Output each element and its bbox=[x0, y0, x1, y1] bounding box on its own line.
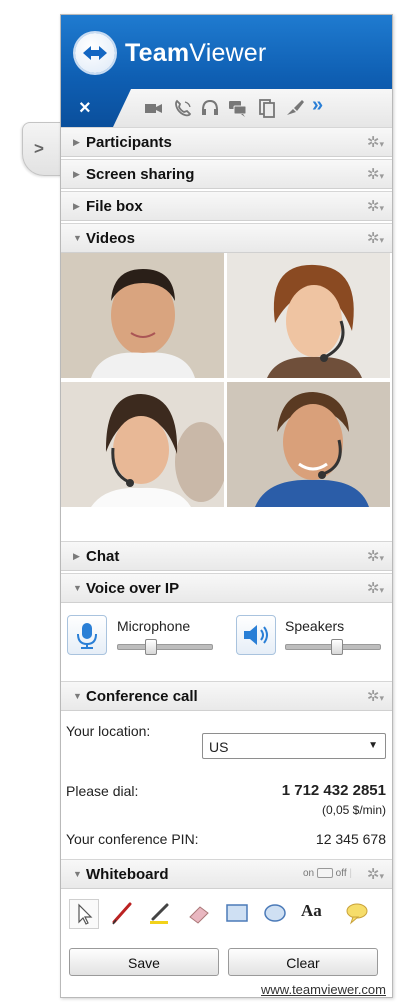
section-conference-call[interactable]: ▼ Conference call ✲▾ bbox=[61, 681, 392, 711]
pen-icon[interactable] bbox=[108, 899, 136, 927]
section-title: Whiteboard bbox=[86, 866, 169, 883]
location-label: Your location: bbox=[66, 723, 151, 739]
caret-down-icon: ▼ bbox=[73, 691, 82, 701]
section-voice-over-ip[interactable]: ▼ Voice over IP ✲▾ bbox=[61, 573, 392, 603]
expand-icon[interactable]: » bbox=[312, 94, 334, 116]
caret-right-icon: ▶ bbox=[73, 169, 80, 179]
speakers-slider-knob[interactable] bbox=[331, 639, 344, 655]
panel-toggle-tab[interactable]: > bbox=[22, 122, 65, 176]
gear-icon[interactable]: ✲▾ bbox=[367, 865, 384, 883]
phone-icon[interactable] bbox=[172, 98, 194, 118]
microphone-icon bbox=[77, 623, 97, 649]
headset-icon[interactable] bbox=[199, 98, 221, 118]
gear-icon[interactable]: ✲▾ bbox=[367, 687, 384, 705]
teamviewer-logo-icon bbox=[75, 33, 115, 73]
section-file-box[interactable]: ▶ File box ✲▾ bbox=[61, 191, 392, 221]
website-link[interactable]: www.teamviewer.com bbox=[261, 982, 386, 997]
caret-right-icon: ▶ bbox=[73, 201, 80, 211]
microphone-label: Microphone bbox=[117, 618, 191, 634]
text-icon[interactable]: Aa bbox=[301, 901, 329, 929]
speech-bubble-icon[interactable] bbox=[343, 899, 371, 927]
dial-label: Please dial: bbox=[66, 783, 139, 799]
whiteboard-onoff-toggle[interactable]: on off | bbox=[303, 868, 352, 879]
section-title: Conference call bbox=[86, 688, 198, 705]
brand-title: TeamViewer bbox=[125, 39, 267, 67]
pin-label: Your conference PIN: bbox=[66, 831, 199, 847]
footer: www.teamviewer.com bbox=[61, 982, 392, 997]
clear-button[interactable]: Clear bbox=[228, 948, 378, 976]
caret-right-icon: ▶ bbox=[73, 137, 80, 147]
speakers-label: Speakers bbox=[285, 618, 345, 634]
highlighter-icon[interactable] bbox=[146, 899, 174, 927]
section-title: Participants bbox=[86, 134, 172, 151]
section-participants[interactable]: ▶ Participants ✲▾ bbox=[61, 127, 392, 157]
location-value: US bbox=[209, 739, 229, 755]
participant-avatar bbox=[227, 253, 390, 378]
whiteboard-icon[interactable] bbox=[284, 98, 306, 118]
microphone-slider-knob[interactable] bbox=[144, 639, 157, 655]
toggle-switch-icon bbox=[316, 868, 333, 879]
speakers-button[interactable] bbox=[236, 615, 276, 655]
header: TeamViewer × » bbox=[61, 15, 392, 127]
chat-icon[interactable] bbox=[227, 98, 249, 118]
pointer-icon[interactable] bbox=[69, 899, 99, 929]
section-chat[interactable]: ▶ Chat ✲▾ bbox=[61, 541, 392, 571]
caret-down-icon: ▼ bbox=[73, 233, 82, 243]
speaker-icon bbox=[244, 625, 268, 645]
teamviewer-panel: TeamViewer × » ▶ Participants ✲▾ ▶ Scree… bbox=[60, 14, 393, 998]
eraser-icon[interactable] bbox=[185, 899, 213, 927]
file-icon[interactable] bbox=[256, 98, 278, 118]
section-title: File box bbox=[86, 198, 143, 215]
video-grid bbox=[61, 253, 392, 515]
dial-number: 1 712 432 2851 bbox=[281, 782, 386, 799]
on-label: on bbox=[302, 868, 315, 879]
pin-value: 12 345 678 bbox=[315, 831, 386, 847]
ellipse-icon[interactable] bbox=[261, 899, 289, 927]
video-tile-1[interactable] bbox=[61, 253, 224, 378]
section-screen-sharing[interactable]: ▶ Screen sharing ✲▾ bbox=[61, 159, 392, 189]
participant-avatar bbox=[61, 382, 224, 507]
microphone-button[interactable] bbox=[67, 615, 107, 655]
section-title: Screen sharing bbox=[86, 166, 195, 183]
video-tile-4[interactable] bbox=[227, 382, 390, 507]
section-videos[interactable]: ▼ Videos ✲▾ bbox=[61, 223, 392, 253]
off-label: off bbox=[335, 868, 347, 879]
participant-avatar bbox=[61, 253, 224, 378]
microphone-slider-track[interactable] bbox=[117, 644, 213, 650]
section-whiteboard[interactable]: ▼ Whiteboard on off | ✲▾ bbox=[61, 859, 392, 889]
gear-icon[interactable]: ✲▾ bbox=[367, 197, 384, 215]
voip-controls: Microphone Speakers bbox=[61, 609, 392, 669]
caret-down-icon: ▼ bbox=[73, 583, 82, 593]
close-button[interactable]: × bbox=[79, 97, 91, 120]
rectangle-icon[interactable] bbox=[223, 899, 251, 927]
section-title: Chat bbox=[86, 548, 120, 565]
participant-avatar bbox=[227, 382, 390, 507]
dial-rate: (0,05 $/min) bbox=[321, 803, 386, 817]
whiteboard-toolbar: Aa bbox=[61, 895, 392, 935]
section-title: Videos bbox=[86, 230, 135, 247]
dropdown-arrow-icon: ▼ bbox=[368, 740, 378, 751]
caret-right-icon: ▶ bbox=[73, 551, 80, 561]
gear-icon[interactable]: ✲▾ bbox=[367, 133, 384, 151]
save-button[interactable]: Save bbox=[69, 948, 219, 976]
gear-icon[interactable]: ✲▾ bbox=[367, 547, 384, 565]
caret-down-icon: ▼ bbox=[73, 869, 82, 879]
gear-icon[interactable]: ✲▾ bbox=[367, 229, 384, 247]
toolbar: × » bbox=[61, 89, 392, 127]
gear-icon[interactable]: ✲▾ bbox=[367, 165, 384, 183]
location-select[interactable]: US ▼ bbox=[202, 733, 386, 759]
video-tile-3[interactable] bbox=[61, 382, 224, 507]
gear-icon[interactable]: ✲▾ bbox=[367, 579, 384, 597]
video-tile-2[interactable] bbox=[227, 253, 390, 378]
video-camera-icon[interactable] bbox=[143, 98, 165, 118]
section-title: Voice over IP bbox=[86, 580, 180, 597]
chevron-right-icon: > bbox=[34, 139, 44, 158]
